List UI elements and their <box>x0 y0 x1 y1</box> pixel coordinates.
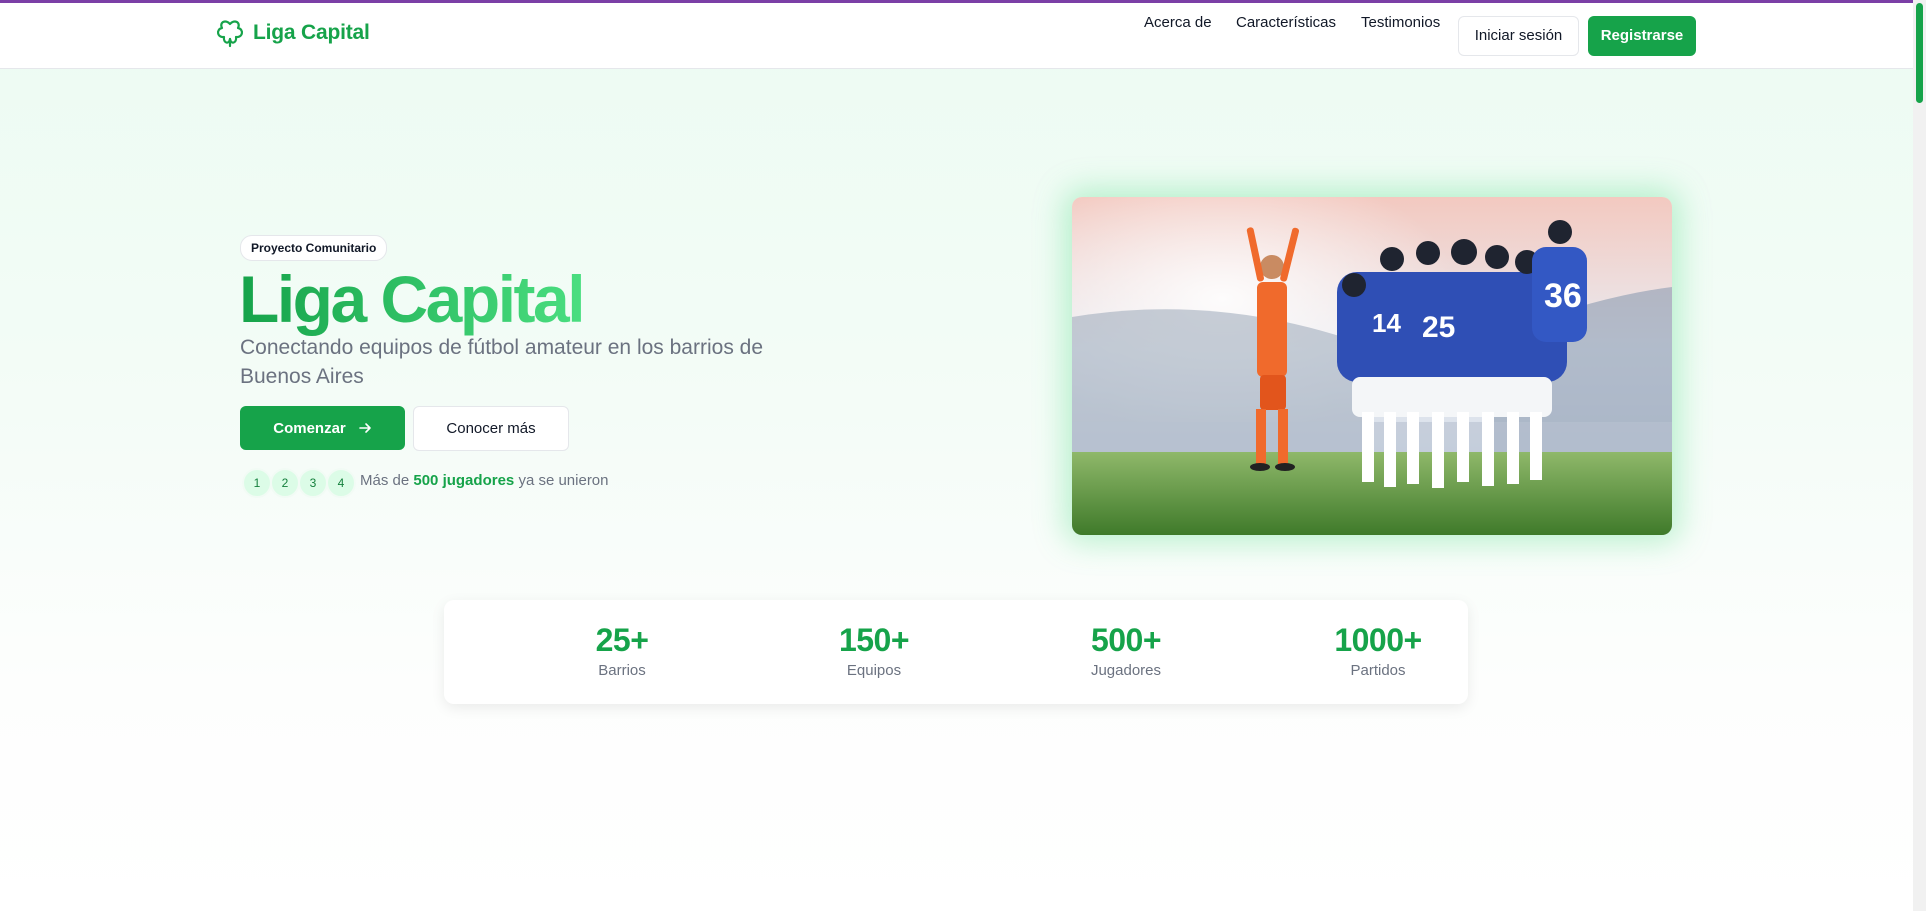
hero-team-image: 36 25 14 <box>1072 197 1672 535</box>
stat-matches: 1000+ Partidos <box>1278 622 1478 679</box>
clover-logo-icon <box>217 20 243 48</box>
stat-value: 150+ <box>838 622 910 658</box>
brand-logo-link[interactable]: Liga Capital <box>215 18 370 48</box>
stat-teams: 150+ Equipos <box>774 622 974 679</box>
login-button[interactable]: Iniciar sesión <box>1458 16 1579 56</box>
stat-label: Partidos <box>1350 662 1406 679</box>
stat-value: 25+ <box>595 622 649 658</box>
scrollbar-track[interactable] <box>1913 0 1926 911</box>
joined-players-text: Más de 500 jugadores ya se unieron <box>360 472 609 489</box>
hero-title: Liga Capital <box>239 262 586 336</box>
start-button[interactable]: Comenzar <box>240 406 405 450</box>
stat-label: Jugadores <box>1090 662 1162 679</box>
stat-neighborhoods: 25+ Barrios <box>522 622 722 679</box>
learn-more-button[interactable]: Conocer más <box>413 406 569 451</box>
svg-text:14: 14 <box>1372 308 1401 338</box>
brand-name: Liga Capital <box>253 21 370 44</box>
joined-suffix: ya se unieron <box>518 472 609 489</box>
register-button[interactable]: Registrarse <box>1588 16 1696 56</box>
stat-value: 1000+ <box>1334 622 1422 658</box>
hero-badge: Proyecto Comunitario <box>240 235 388 261</box>
stat-value: 500+ <box>1090 622 1162 658</box>
stat-label: Barrios <box>598 662 646 679</box>
nav-link-features[interactable]: Características <box>1236 3 1336 43</box>
svg-text:25: 25 <box>1422 311 1455 344</box>
stat-players: 500+ Jugadores <box>1026 622 1226 679</box>
scrollbar-thumb[interactable] <box>1916 3 1923 103</box>
arrow-right-icon <box>358 423 371 433</box>
stat-label: Equipos <box>846 662 902 679</box>
svg-text:36: 36 <box>1544 277 1582 315</box>
hero-subtitle: Conectando equipos de fútbol amateur en … <box>240 336 764 388</box>
navbar: Liga Capital Acerca de Características T… <box>0 3 1913 69</box>
player-avatars: 1 2 3 4 <box>242 468 356 498</box>
start-button-label: Comenzar <box>273 419 346 437</box>
avatar: 3 <box>298 468 328 498</box>
soccer-team-celebration-photo: 36 25 14 <box>1072 197 1672 535</box>
joined-highlight: 500 jugadores <box>413 472 515 489</box>
avatar: 1 <box>242 468 272 498</box>
stats-card: 25+ Barrios 150+ Equipos 500+ Jugadores … <box>444 600 1468 704</box>
nav-link-testimonials[interactable]: Testimonios <box>1361 3 1440 43</box>
avatar: 4 <box>326 468 356 498</box>
avatar: 2 <box>270 468 300 498</box>
nav-link-about[interactable]: Acerca de <box>1144 3 1212 43</box>
joined-prefix: Más de <box>360 472 410 489</box>
